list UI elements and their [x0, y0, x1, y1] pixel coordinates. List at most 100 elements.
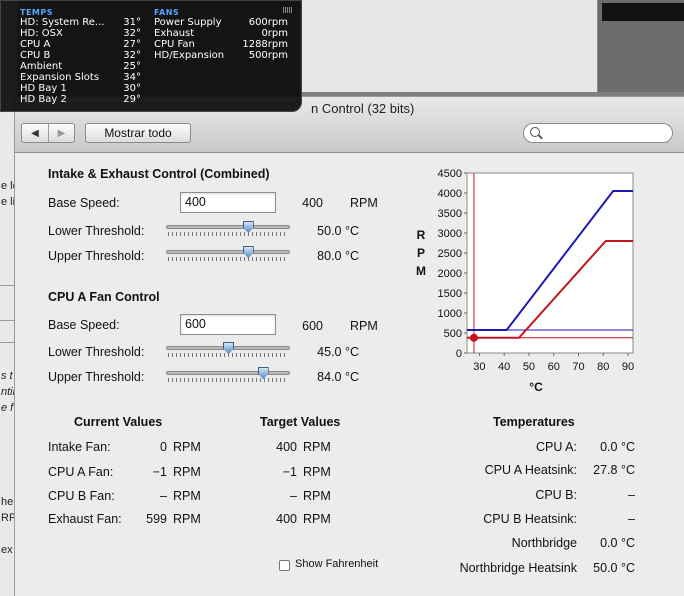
y-axis-label: RPM: [416, 228, 426, 278]
intake-base-speed-value: 400: [302, 196, 323, 210]
hud-temp-value: 25°: [123, 61, 141, 72]
bg-fragment: e f: [1, 402, 14, 414]
temperature-value: 0.0 °C: [600, 536, 635, 550]
y-tick-label: 1500: [438, 288, 462, 300]
intake-upper-threshold-value: 80.0 °C: [317, 249, 359, 263]
y-tick-label: 2500: [438, 248, 462, 260]
hud-temp-value: 32°: [123, 50, 141, 61]
bg-fragment: ex: [1, 544, 13, 556]
hud-fan-value: 600rpm: [248, 17, 288, 28]
hud-temp-name: Expansion Slots: [20, 72, 100, 83]
hud-fan-value: 0rpm: [261, 28, 288, 39]
cpu-a-upper-threshold-slider[interactable]: [166, 367, 290, 383]
current-value: 0: [160, 440, 167, 454]
temperature-value: 27.8 °C: [593, 463, 635, 477]
current-value: 599: [146, 512, 167, 526]
target-value: −1: [282, 465, 297, 479]
temperature-label: CPU B:: [535, 488, 577, 502]
hud-drag-handle[interactable]: [283, 7, 293, 13]
hud-temp-name: CPU A: [20, 39, 51, 50]
search-icon: [530, 127, 540, 137]
hud-temp-name: Ambient: [20, 61, 63, 72]
hud-temp-name: CPU B: [20, 50, 51, 61]
y-tick-label: 3500: [438, 208, 462, 220]
bg-fragment: s t: [1, 370, 13, 382]
hud-fans-header: FANS: [154, 8, 180, 17]
cpu-a-lower-threshold-value: 45.0 °C: [317, 345, 359, 359]
current-value-label: Intake Fan:: [48, 440, 111, 454]
y-tick-label: 3000: [438, 228, 462, 240]
temperature-value: –: [628, 488, 635, 502]
cpu-a-base-speed-label: Base Speed:: [48, 318, 120, 332]
target-value: 400: [276, 440, 297, 454]
target-value-unit: RPM: [303, 465, 331, 479]
forward-button[interactable]: ▶: [48, 124, 74, 142]
current-value-unit: RPM: [173, 512, 201, 526]
x-tick-label: 40: [498, 361, 510, 373]
intake-lower-threshold-label: Lower Threshold:: [48, 224, 145, 238]
current-value-label: CPU A Fan:: [48, 465, 114, 479]
target-value-unit: RPM: [303, 512, 331, 526]
target-value-unit: RPM: [303, 489, 331, 503]
current-value-label: Exhaust Fan:: [48, 512, 122, 526]
x-axis-label: °C: [529, 380, 543, 394]
x-tick-label: 70: [572, 361, 584, 373]
show-all-button[interactable]: Mostrar todo: [85, 123, 191, 143]
intake-upper-threshold-label: Upper Threshold:: [48, 249, 145, 263]
back-button[interactable]: ◀: [22, 124, 48, 142]
target-values-header: Target Values: [260, 415, 341, 429]
temperature-label: CPU A Heatsink:: [484, 463, 577, 477]
show-fahrenheit-checkbox[interactable]: [279, 560, 290, 571]
hud-temp-name: HD Bay 1: [20, 83, 67, 94]
cpu-a-lower-threshold-label: Lower Threshold:: [48, 345, 145, 359]
bg-fragment: he: [1, 496, 14, 508]
current-value-unit: RPM: [173, 440, 201, 454]
background-window-right: [598, 0, 684, 92]
x-tick-label: 60: [548, 361, 560, 373]
temperature-value: –: [628, 512, 635, 526]
hud-temps-header: TEMPS: [20, 8, 54, 17]
fan-control-window: n Control (32 bits) ◀ ▶ Mostrar todo Int…: [14, 96, 684, 596]
plot-area: [466, 172, 634, 354]
intake-section-title: Intake & Exhaust Control (Combined): [48, 167, 270, 181]
current-value-label: CPU B Fan:: [48, 489, 115, 503]
hud-temp-value: 31°: [123, 17, 141, 28]
hud-temp-name: HD: System Re...: [20, 17, 105, 28]
hud-temp-value: 29°: [123, 94, 141, 105]
nav-buttons: ◀ ▶: [21, 123, 75, 143]
cpu-a-upper-threshold-label: Upper Threshold:: [48, 370, 145, 384]
cpu-a-lower-threshold-slider[interactable]: [166, 342, 290, 358]
hud-temp-value: 27°: [123, 39, 141, 50]
background-window-top: [300, 0, 598, 92]
y-axis-label-letter: R: [417, 228, 426, 242]
hud-temp-name: HD: OSX: [20, 28, 63, 39]
search-field[interactable]: [523, 123, 673, 143]
y-tick-label: 4000: [438, 188, 462, 200]
hud-temp-value: 30°: [123, 83, 141, 94]
x-tick-label: 80: [597, 361, 609, 373]
window-title: n Control (32 bits): [311, 101, 415, 116]
target-value-unit: RPM: [303, 440, 331, 454]
intake-upper-threshold-slider[interactable]: [166, 246, 290, 262]
y-tick-label: 500: [444, 328, 462, 340]
hud-fan-value: 1288rpm: [242, 39, 288, 50]
intake-base-speed-label: Base Speed:: [48, 196, 120, 210]
intake-base-speed-input[interactable]: 400: [180, 192, 276, 213]
cpu-a-section-title: CPU A Fan Control: [48, 290, 160, 304]
hud-temp-name: HD Bay 2: [20, 94, 67, 105]
current-value: –: [160, 489, 167, 503]
current-value-unit: RPM: [173, 465, 201, 479]
x-tick-label: 90: [622, 361, 634, 373]
fan-curve-chart: 0 500 1000 1500 2000 2500 3000 3500 4000 4500 30 40…: [416, 168, 634, 394]
target-value: –: [290, 489, 297, 503]
cpu-a-upper-threshold-value: 84.0 °C: [317, 370, 359, 384]
hud-fan-name: Exhaust: [154, 28, 195, 39]
current-temp-marker: [469, 333, 478, 342]
current-value: −1: [152, 465, 167, 479]
intake-lower-threshold-slider[interactable]: [166, 221, 290, 237]
hud-temp-value: 34°: [123, 72, 141, 83]
x-tick-label: 50: [523, 361, 535, 373]
hud-temp-value: 32°: [123, 28, 141, 39]
y-tick-label: 1000: [438, 308, 462, 320]
cpu-a-base-speed-input[interactable]: 600: [180, 314, 276, 335]
